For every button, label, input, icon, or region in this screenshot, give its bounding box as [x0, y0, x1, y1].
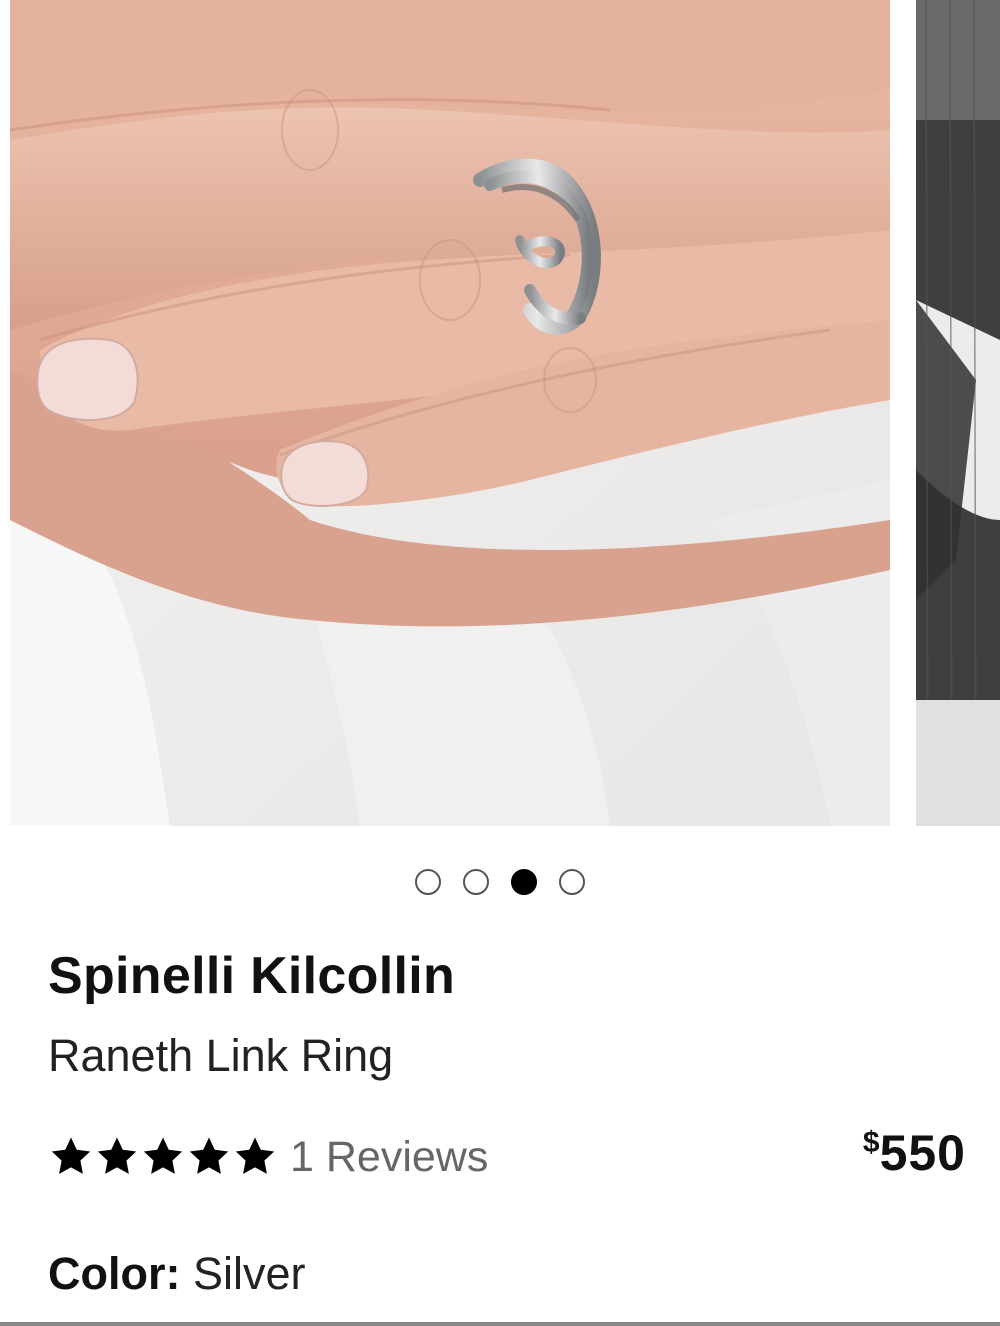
rating-row[interactable]: 1 Reviews	[48, 1130, 488, 1184]
suit-photo	[916, 0, 1000, 826]
star-icon	[189, 1137, 229, 1174]
star-icon	[51, 1137, 91, 1174]
color-label: Color:	[48, 1248, 181, 1299]
carousel-dot-3-active[interactable]	[511, 869, 537, 895]
price-currency: $	[862, 1126, 880, 1159]
color-value: Silver	[180, 1248, 306, 1299]
star-icon	[235, 1137, 275, 1174]
price-amount: 550	[879, 1125, 966, 1181]
star-icon	[97, 1137, 137, 1174]
product-price: $ 550	[863, 1124, 966, 1182]
color-selector-label: Color: Silver	[48, 1248, 306, 1300]
star-rating	[48, 1134, 278, 1180]
brand-name[interactable]: Spinelli Kilcollin	[48, 946, 455, 1006]
carousel-pagination	[0, 869, 1000, 895]
divider	[0, 1322, 1000, 1326]
star-icon	[143, 1137, 183, 1174]
carousel-dot-2[interactable]	[463, 869, 489, 895]
product-image-main[interactable]	[10, 0, 890, 826]
carousel-dot-1[interactable]	[415, 869, 441, 895]
reviews-link[interactable]: 1 Reviews	[290, 1133, 488, 1182]
carousel-dot-4[interactable]	[559, 869, 585, 895]
hand-ring-photo	[10, 0, 890, 826]
product-title: Raneth Link Ring	[48, 1030, 394, 1081]
product-image-carousel[interactable]	[0, 0, 1000, 826]
product-image-next-peek[interactable]	[916, 0, 1000, 826]
